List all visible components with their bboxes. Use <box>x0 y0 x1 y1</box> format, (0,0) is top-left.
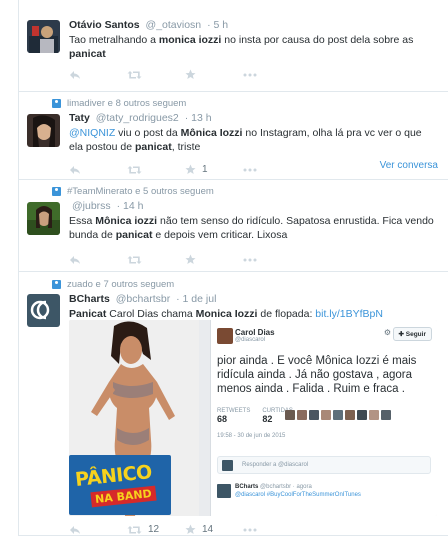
more-dots-icon <box>243 73 257 76</box>
retweet-icon <box>127 70 142 79</box>
more-dots-icon <box>243 258 257 261</box>
user-follow-icon <box>52 99 61 108</box>
reply-button[interactable] <box>69 165 127 175</box>
tweet-header: @jubrss · 14 h <box>69 200 143 212</box>
context-text: #TeamMinerato e 5 outros seguem <box>67 186 214 197</box>
retweet-icon <box>127 525 142 534</box>
more-button[interactable] <box>243 528 301 532</box>
user-follow-icon <box>52 187 61 196</box>
shot-follow-button: ✚ Seguir <box>392 327 432 341</box>
more-dots-icon <box>243 168 257 171</box>
mention-link[interactable]: @NIQNIZ <box>69 127 115 139</box>
follow-context[interactable]: limadiver e 8 outros seguem <box>52 98 186 109</box>
screenshot-tweet: Carol Dias @diascarol ⚙ ✚ Seguir pior ai… <box>210 320 437 516</box>
context-text: limadiver e 8 outros seguem <box>67 98 187 109</box>
author-handle[interactable]: @bchartsbr <box>116 293 170 305</box>
short-link[interactable]: bit.ly/1BYfBpN <box>315 308 383 320</box>
tweet-taty[interactable]: limadiver e 8 outros seguem Taty @taty_r… <box>19 92 448 180</box>
shot-reply-text: @diascarol #BuyCoolForTheSummerOnITunes <box>235 492 361 498</box>
star-icon <box>185 69 196 79</box>
shot-avatar <box>217 328 233 344</box>
view-conversation-link[interactable]: Ver conversa <box>380 160 438 171</box>
favorite-button[interactable]: 14 <box>185 524 243 535</box>
star-icon <box>185 524 196 534</box>
favorite-button[interactable]: 1 <box>185 164 243 175</box>
author-handle[interactable]: @_otaviosn <box>146 19 202 31</box>
shot-favoriter-avatars <box>285 410 391 420</box>
follow-context[interactable]: #TeamMinerato e 5 outros seguem <box>52 186 214 197</box>
reply-button[interactable] <box>69 255 127 265</box>
tweet-actions: 1 <box>69 164 301 175</box>
author-name[interactable]: BCharts <box>69 293 110 305</box>
tweet-actions <box>69 254 301 265</box>
tweet-otavio[interactable]: Otávio Santos @_otaviosn · 5 h Tao metra… <box>19 0 448 92</box>
shot-author-handle: @diascarol <box>235 337 266 343</box>
more-button[interactable] <box>243 258 301 262</box>
star-icon <box>185 254 196 264</box>
retweet-button[interactable]: 12 <box>127 524 185 535</box>
author-name[interactable]: Otávio Santos <box>69 19 140 31</box>
favorite-count: 1 <box>202 164 208 175</box>
tweet-header: Taty @taty_rodrigues2 · 13 h <box>69 112 212 124</box>
timestamp[interactable]: · 14 h <box>117 200 144 212</box>
more-dots-icon <box>243 528 257 531</box>
timeline: Otávio Santos @_otaviosn · 5 h Tao metra… <box>18 0 448 536</box>
reply-button[interactable] <box>69 525 127 535</box>
shot-reply-avatar <box>217 484 231 498</box>
shot-reply-name: BCharts @bchartsbr · agora <box>235 484 312 490</box>
author-handle[interactable]: @jubrss <box>72 200 111 212</box>
user-follow-icon <box>52 280 61 289</box>
follow-context[interactable]: zuado e 7 outros seguem <box>52 279 174 290</box>
retweet-button[interactable] <box>127 255 185 265</box>
more-button[interactable] <box>243 168 301 172</box>
tweet-header: Otávio Santos @_otaviosn · 5 h <box>69 19 228 31</box>
favorite-button[interactable] <box>185 254 243 265</box>
reply-icon <box>70 70 80 79</box>
context-text: zuado e 7 outros seguem <box>67 279 175 290</box>
avatar-otavio[interactable] <box>27 20 60 53</box>
star-icon <box>185 164 196 174</box>
reply-icon <box>70 165 80 174</box>
retweet-count: 12 <box>148 524 160 535</box>
reply-icon <box>70 255 80 264</box>
tweet-text: Essa Mônica iozzi não tem senso do ridíc… <box>69 215 434 241</box>
author-handle[interactable]: @taty_rodrigues2 <box>96 112 179 124</box>
tweet-actions: 12 14 <box>69 524 301 535</box>
tweet-jubrss[interactable]: #TeamMinerato e 5 outros seguem @jubrss … <box>19 180 448 272</box>
favorite-count: 14 <box>202 524 214 535</box>
more-button[interactable] <box>243 73 301 77</box>
panico-na-band-logo: PÂNICO NA BAND <box>69 455 171 515</box>
tweet-text: @NIQNIZ viu o post da Mônica Iozzi no In… <box>69 127 422 153</box>
timestamp[interactable]: · 1 de jul <box>176 293 216 305</box>
tweet-text: Tao metralhando a monica iozzi no insta … <box>69 34 414 60</box>
tweet-bcharts[interactable]: zuado e 7 outros seguem BCharts @bcharts… <box>19 272 448 536</box>
avatar-jubrss[interactable] <box>27 202 60 235</box>
tweet-media[interactable]: PÂNICO NA BAND Carol Dias @diascarol ⚙ ✚… <box>69 320 437 516</box>
timestamp[interactable]: · 5 h <box>207 19 228 31</box>
author-name[interactable]: Taty <box>69 112 90 124</box>
reply-button[interactable] <box>69 70 127 80</box>
shot-text: pior ainda . E você Mônica Iozzi é mais … <box>217 355 417 395</box>
favorite-button[interactable] <box>185 69 243 80</box>
retweet-button[interactable] <box>127 70 185 80</box>
tweet-header: BCharts @bchartsbr · 1 de jul <box>69 293 216 305</box>
retweet-icon <box>127 165 142 174</box>
shot-date: 19:58 - 30 de jun de 2015 <box>217 433 286 439</box>
avatar-taty[interactable] <box>27 114 60 147</box>
shot-author-name: Carol Dias <box>235 328 275 337</box>
timestamp[interactable]: · 13 h <box>185 112 212 124</box>
follow-icon: ✚ <box>398 331 406 338</box>
retweet-button[interactable] <box>127 165 185 175</box>
tweet-actions <box>69 69 301 80</box>
tweet-text: Panicat Carol Dias chama Monica Iozzi de… <box>69 308 383 320</box>
shot-reply-box: Responder a @diascarol <box>217 456 431 474</box>
gear-icon: ⚙ <box>383 328 391 337</box>
avatar-bcharts[interactable] <box>27 294 60 327</box>
shot-stats: RETWEETS 68 CURTIDAS 82 <box>217 408 293 424</box>
retweet-icon <box>127 255 142 264</box>
reply-icon <box>70 525 80 534</box>
